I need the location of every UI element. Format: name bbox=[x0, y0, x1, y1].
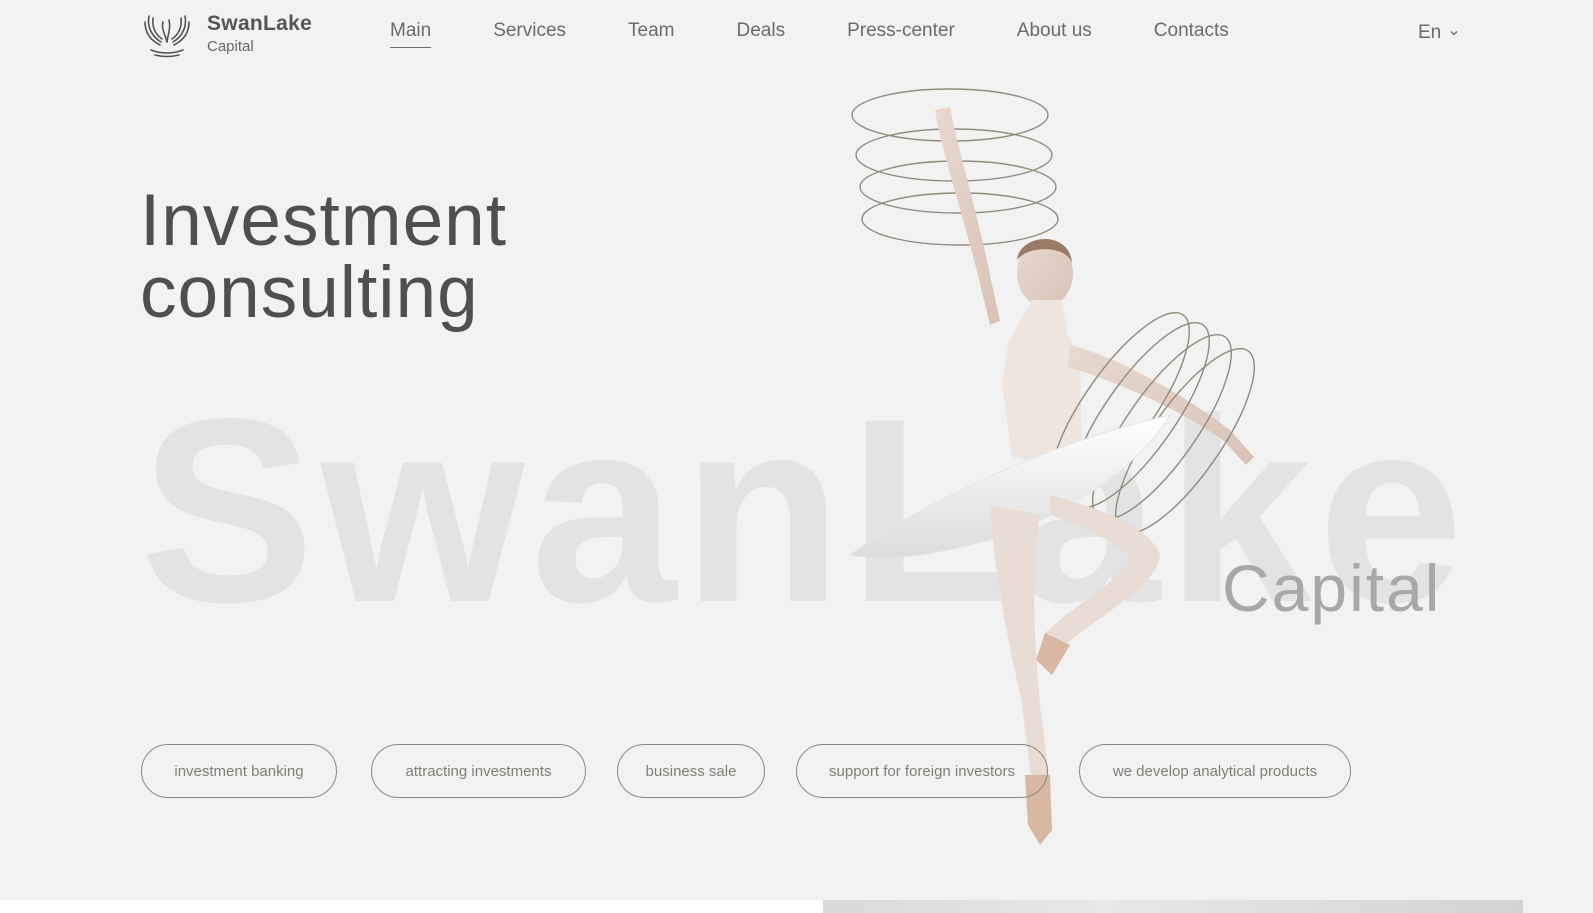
nav-item-main[interactable]: Main bbox=[390, 20, 432, 48]
hero-title: Investment consulting bbox=[140, 180, 508, 333]
hero-watermark-subtitle: Capital bbox=[1222, 551, 1442, 625]
service-pill-attracting-investments[interactable]: attracting investments bbox=[371, 744, 586, 798]
nav-item-services[interactable]: Services bbox=[493, 20, 566, 46]
service-pill-support-foreign-investors[interactable]: support for foreign investors bbox=[796, 744, 1048, 798]
swan-logo-icon bbox=[144, 15, 190, 58]
next-section-image bbox=[823, 900, 1523, 913]
nav-item-press-center[interactable]: Press-center bbox=[847, 20, 955, 46]
chevron-down-icon bbox=[1450, 31, 1458, 36]
language-label: En bbox=[1418, 22, 1442, 43]
service-pill-business-sale[interactable]: business sale bbox=[617, 744, 765, 798]
nav-item-about-us[interactable]: About us bbox=[1017, 20, 1092, 46]
next-section-edge bbox=[0, 900, 823, 913]
main-nav: Main Services Team Deals Press-center Ab… bbox=[390, 20, 1291, 48]
nav-item-contacts[interactable]: Contacts bbox=[1154, 20, 1229, 46]
hero-title-line-1: Investment bbox=[140, 180, 508, 261]
page: SwanLake Capital Main Services Team Deal… bbox=[0, 0, 1593, 913]
brand-subtitle: Capital bbox=[207, 38, 254, 56]
service-pill-investment-banking[interactable]: investment banking bbox=[141, 744, 337, 798]
brand-logo[interactable]: SwanLake Capital bbox=[141, 8, 312, 60]
service-pill-analytical-products[interactable]: we develop analytical products bbox=[1079, 744, 1351, 798]
hero-title-line-2: consulting bbox=[140, 252, 479, 333]
nav-item-team[interactable]: Team bbox=[628, 20, 674, 46]
brand-name: SwanLake bbox=[207, 12, 313, 36]
language-selector[interactable]: En bbox=[1418, 22, 1459, 44]
nav-item-deals[interactable]: Deals bbox=[737, 20, 786, 46]
